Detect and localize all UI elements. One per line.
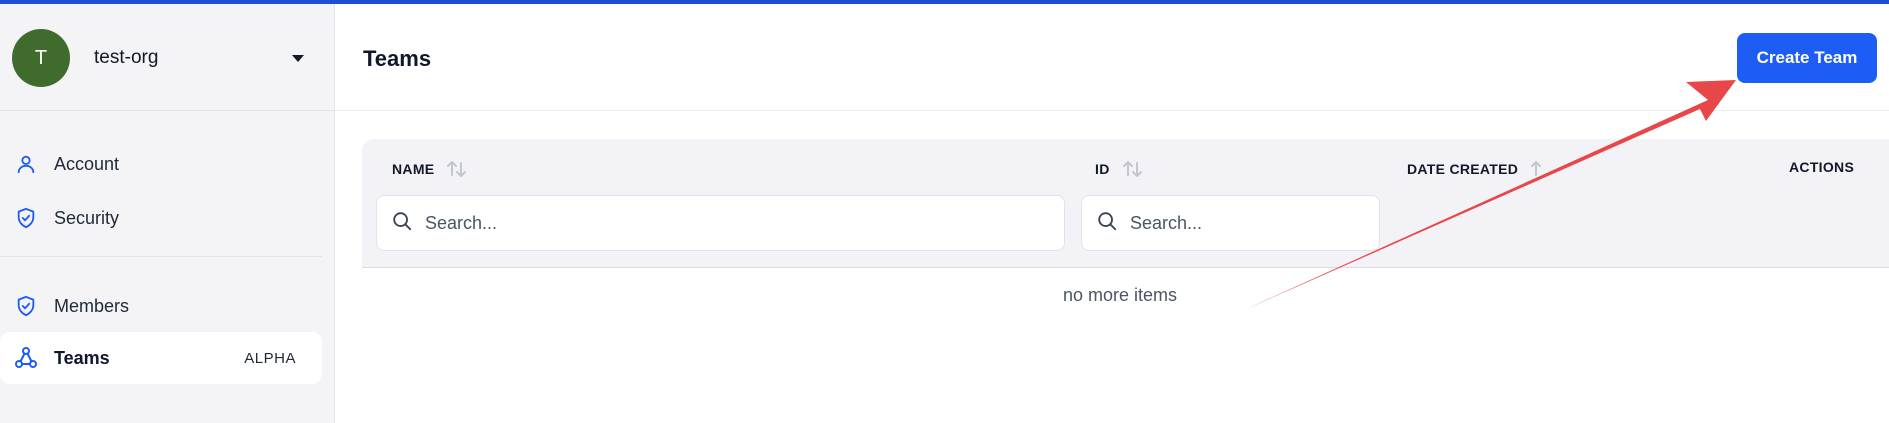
id-search-field[interactable] [1081, 195, 1380, 251]
name-search-input[interactable] [423, 211, 966, 235]
name-search-field[interactable] [376, 195, 1065, 251]
shield-check-icon [14, 206, 38, 230]
sidebar-item-label: Members [54, 295, 130, 316]
empty-state-text: no more items [1062, 285, 1178, 305]
id-search-input[interactable] [1128, 211, 1359, 235]
page-header: Teams Create Team [335, 4, 1889, 111]
sidebar-item-security[interactable]: Security [0, 192, 322, 244]
column-header-actions: ACTIONS [1789, 159, 1854, 175]
sort-icon[interactable] [1122, 159, 1144, 179]
sidebar: T test-org Account Security Members Team… [0, 4, 335, 423]
user-icon [14, 152, 38, 176]
teams-icon [14, 346, 38, 370]
alpha-badge: ALPHA [244, 349, 296, 367]
sidebar-item-label: Security [54, 207, 120, 228]
caret-down-icon[interactable] [292, 55, 304, 62]
org-avatar: T [12, 29, 70, 87]
sidebar-item-members[interactable]: Members [0, 280, 322, 332]
sidebar-divider [0, 110, 334, 111]
column-header-label: ID [1095, 161, 1110, 177]
org-switcher[interactable]: T test-org [12, 29, 322, 87]
sidebar-item-label: Teams [54, 347, 110, 368]
shield-check-icon [14, 294, 38, 318]
column-header-label: NAME [392, 161, 435, 177]
sidebar-item-account[interactable]: Account [0, 138, 322, 190]
teams-table-header: NAME ID DATE CREATED ACTIONS [362, 139, 1889, 268]
column-header-id[interactable]: ID [1095, 159, 1144, 179]
search-icon [391, 210, 413, 237]
column-header-date-created[interactable]: DATE CREATED [1407, 159, 1552, 179]
column-header-label: DATE CREATED [1407, 161, 1519, 177]
sidebar-divider [0, 256, 322, 257]
sidebar-item-teams[interactable]: Teams ALPHA [0, 332, 322, 384]
sort-icon[interactable] [1530, 159, 1552, 179]
column-header-label: ACTIONS [1789, 159, 1855, 175]
org-name: test-org [94, 47, 159, 68]
search-icon [1096, 210, 1118, 237]
sort-icon[interactable] [446, 159, 468, 179]
sidebar-item-label: Account [54, 153, 120, 174]
page-title: Teams [363, 46, 432, 71]
column-header-name[interactable]: NAME [392, 159, 468, 179]
create-team-button[interactable]: Create Team [1737, 33, 1877, 83]
